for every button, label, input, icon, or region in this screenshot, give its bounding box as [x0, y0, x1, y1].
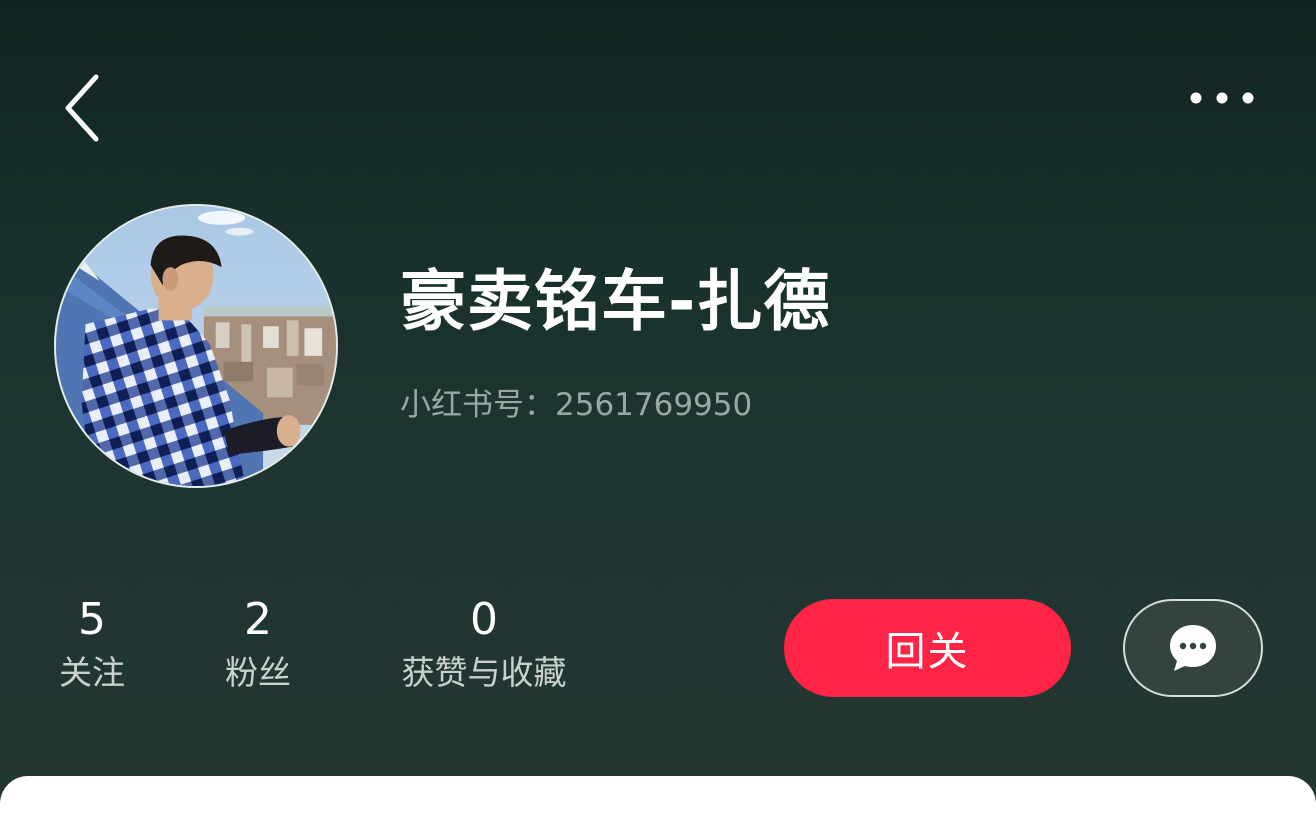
stat-followers-label: 粉丝 [225, 653, 291, 692]
back-button[interactable] [52, 70, 112, 146]
content-panel [0, 776, 1316, 819]
more-horizontal-icon [1190, 92, 1254, 104]
stat-likes-count: 0 [470, 594, 498, 645]
stat-likes-collects[interactable]: 0 获赞与收藏 [374, 592, 594, 712]
chevron-left-icon [65, 74, 99, 142]
profile-nickname: 豪卖铭车-扎德 [400, 263, 831, 340]
stat-following-count: 5 [78, 594, 106, 645]
top-bar [0, 0, 1316, 200]
stat-likes-label: 获赞与收藏 [401, 653, 567, 692]
red-id[interactable]: 小红书号：2561769950 [400, 384, 1100, 426]
chat-bubble-icon [1170, 625, 1216, 671]
stat-followers-count: 2 [244, 594, 272, 645]
stat-followers[interactable]: 2 粉丝 [206, 592, 310, 712]
follow-back-button[interactable]: 回关 [784, 599, 1071, 697]
more-button[interactable] [1180, 80, 1264, 116]
message-button[interactable] [1123, 599, 1263, 697]
stat-following[interactable]: 5 关注 [40, 592, 144, 712]
avatar[interactable] [54, 204, 338, 488]
stat-following-label: 关注 [59, 653, 125, 692]
avatar-photo [56, 206, 336, 486]
